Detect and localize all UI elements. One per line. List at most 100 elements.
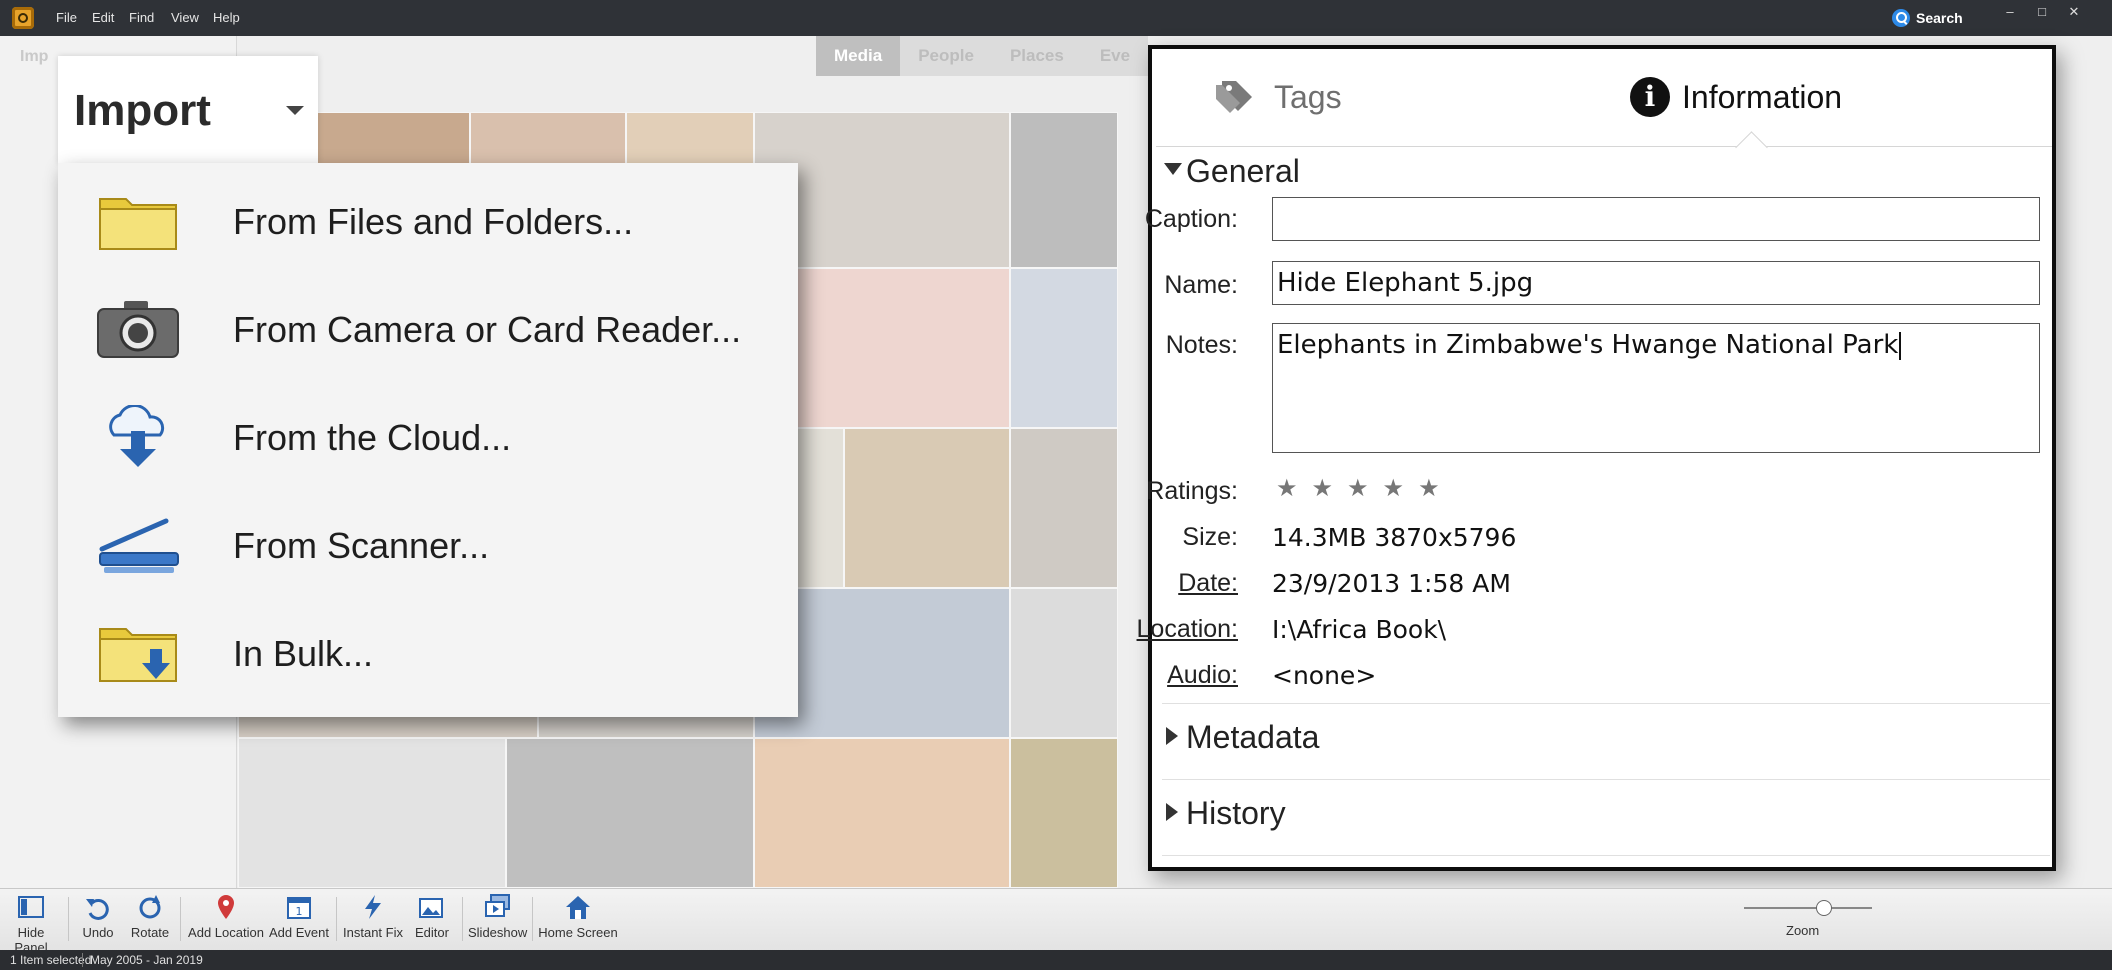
toolbar-separator <box>180 897 181 941</box>
undo-label: Undo <box>82 925 114 940</box>
location-label[interactable]: Location: <box>1122 615 1238 644</box>
zoom-slider-handle[interactable] <box>1816 900 1832 916</box>
scanner-icon <box>99 518 179 573</box>
media-thumbnail[interactable] <box>754 738 1010 888</box>
import-from-camera[interactable]: From Camera or Card Reader... <box>58 271 798 379</box>
section-metadata[interactable]: Metadata <box>1152 715 2052 755</box>
media-thumbnail[interactable] <box>1010 428 1118 588</box>
star-icon[interactable]: ★ <box>1383 474 1405 502</box>
menu-find[interactable]: Find <box>129 10 154 25</box>
status-bar: 1 Item selected May 2005 - Jan 2019 <box>0 950 2112 970</box>
tab-places[interactable]: Places <box>992 36 1082 76</box>
menu-edit[interactable]: Edit <box>92 10 114 25</box>
zoom-control[interactable]: Zoom <box>1744 897 1872 938</box>
media-thumbnail[interactable] <box>1010 738 1118 888</box>
editor-label: Editor <box>415 925 449 940</box>
tags-icon <box>1216 81 1252 113</box>
status-selection: 1 Item selected <box>10 953 92 967</box>
import-item-label: From Camera or Card Reader... <box>233 309 742 350</box>
audio-label[interactable]: Audio: <box>1138 661 1238 690</box>
import-in-bulk[interactable]: In Bulk... <box>58 595 798 703</box>
home-screen-button[interactable]: Home Screen <box>538 893 618 940</box>
section-history[interactable]: History <box>1152 791 2052 831</box>
close-icon[interactable]: ✕ <box>2064 4 2084 20</box>
media-thumbnail[interactable] <box>506 738 754 888</box>
tab-divider <box>1156 146 2052 147</box>
import-from-cloud[interactable]: From the Cloud... <box>58 379 798 487</box>
section-history-label: History <box>1186 795 1286 831</box>
notes-label: Notes: <box>1165 331 1238 359</box>
import-item-label: From Scanner... <box>233 525 490 566</box>
section-general[interactable]: General <box>1152 149 2052 189</box>
expand-triangle-icon <box>1164 163 1182 175</box>
menu-file[interactable]: File <box>56 10 77 25</box>
menu-help[interactable]: Help <box>213 10 240 25</box>
import-from-scanner[interactable]: From Scanner... <box>58 487 798 595</box>
star-icon[interactable]: ★ <box>1276 474 1298 502</box>
editor-button[interactable]: Editor <box>408 893 456 940</box>
chevron-down-icon <box>286 106 304 115</box>
location-value: I:\Africa Book\ <box>1272 615 1447 644</box>
collapse-triangle-icon <box>1166 727 1178 745</box>
rotate-button[interactable]: Rotate <box>126 893 174 940</box>
undo-icon <box>84 893 112 921</box>
star-icon[interactable]: ★ <box>1312 474 1334 502</box>
rating-stars[interactable]: ★ ★ ★ ★ ★ <box>1276 473 1454 502</box>
folder-download-icon <box>99 628 177 682</box>
slideshow-label: Slideshow <box>468 925 528 940</box>
media-thumbnail[interactable] <box>238 738 506 888</box>
media-thumbnail[interactable] <box>1010 268 1118 428</box>
tab-tags[interactable]: Tags <box>1212 77 1342 117</box>
import-item-label: In Bulk... <box>233 633 374 674</box>
app-logo-icon <box>12 7 34 29</box>
audio-value: <none> <box>1272 661 1377 690</box>
star-icon[interactable]: ★ <box>1418 474 1440 502</box>
notes-text: Elephants in Zimbabwe's Hwange National … <box>1277 330 1899 360</box>
home-screen-label: Home Screen <box>538 925 618 940</box>
minimize-icon[interactable]: – <box>2000 4 2020 20</box>
import-button[interactable]: Import <box>58 56 318 164</box>
toolbar-separator <box>532 897 533 941</box>
cloud-download-icon <box>109 405 165 467</box>
camera-icon <box>97 301 179 358</box>
date-value: 23/9/2013 1:58 AM <box>1272 569 1511 598</box>
status-separator <box>82 953 83 967</box>
toolbar-separator <box>336 897 337 941</box>
undo-button[interactable]: Undo <box>76 893 120 940</box>
section-general-label: General <box>1186 153 1300 189</box>
add-location-button[interactable]: Add Location <box>186 893 266 940</box>
tab-events[interactable]: Eve <box>1082 36 1148 76</box>
name-field[interactable]: Hide Elephant 5.jpg <box>1272 261 2040 305</box>
caption-field[interactable] <box>1272 197 2040 241</box>
add-event-button[interactable]: 1 Add Event <box>268 893 330 940</box>
date-label[interactable]: Date: <box>1138 569 1238 598</box>
tab-people[interactable]: People <box>900 36 992 76</box>
left-panel-title: Imp <box>20 48 49 65</box>
rotate-label: Rotate <box>130 925 170 940</box>
svg-text:1: 1 <box>296 905 303 918</box>
name-label: Name: <box>1164 271 1238 299</box>
tab-information[interactable]: i Information <box>1630 77 1842 117</box>
maximize-icon[interactable]: □ <box>2032 4 2052 20</box>
menu-view[interactable]: View <box>171 10 199 25</box>
import-from-files-folders[interactable]: From Files and Folders... <box>58 163 798 271</box>
search-icon <box>1892 9 1910 27</box>
star-icon[interactable]: ★ <box>1347 474 1369 502</box>
search-button[interactable]: Search <box>1892 6 1963 30</box>
rotate-icon <box>136 893 164 921</box>
notes-field[interactable]: Elephants in Zimbabwe's Hwange National … <box>1272 323 2040 453</box>
editor-icon <box>418 893 446 921</box>
panel-icon <box>17 893 45 921</box>
menu-bar: File Edit Find View Help Search – □ ✕ <box>0 0 2112 36</box>
zoom-track[interactable] <box>1744 907 1872 909</box>
media-thumbnail[interactable] <box>1010 112 1118 268</box>
tab-media[interactable]: Media <box>816 36 901 76</box>
import-title: Import <box>74 86 211 135</box>
slideshow-button[interactable]: Slideshow <box>468 893 528 940</box>
hide-panel-button[interactable]: Hide Panel <box>2 893 60 955</box>
calendar-add-icon: 1 <box>285 893 313 921</box>
media-thumbnail[interactable] <box>844 428 1010 588</box>
tab-tags-label: Tags <box>1274 78 1342 115</box>
media-thumbnail[interactable] <box>1010 588 1118 738</box>
instant-fix-button[interactable]: Instant Fix <box>342 893 404 940</box>
